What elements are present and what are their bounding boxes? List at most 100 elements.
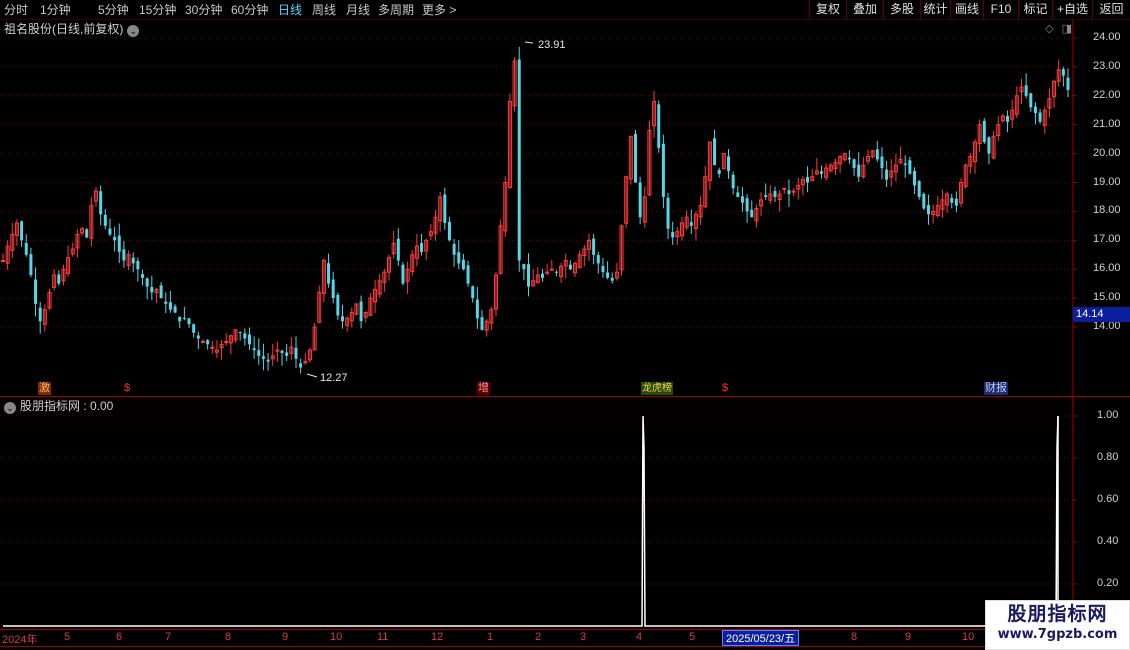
watermark-name: 股朋指标网 [1007, 603, 1108, 625]
candle-body [303, 361, 308, 364]
high-marker [524, 41, 534, 44]
date-label: 9 [905, 631, 912, 643]
candle-body [596, 255, 600, 264]
candle-body [987, 137, 991, 154]
candle-body [903, 163, 907, 166]
date-label: 4 [636, 631, 643, 643]
candle-body [85, 229, 89, 238]
candle-body [713, 138, 717, 166]
candle-body [359, 301, 363, 322]
candle-body [852, 159, 856, 169]
low-marker [306, 373, 318, 378]
event-tag-financial-report[interactable]: 财报 [984, 382, 1008, 395]
candle-body [150, 286, 154, 293]
window-toggle-icon[interactable]: ◨ [1062, 23, 1072, 35]
event-tag-dragon-tiger[interactable]: 龙虎榜 [641, 382, 673, 395]
candle-body [666, 197, 670, 229]
indicator-title[interactable]: ⌄ 股朋指标网 : 0.00 [4, 398, 113, 414]
candle-body [554, 271, 558, 273]
event-tag-increase[interactable]: 增 [477, 382, 490, 395]
date-label: 2 [535, 631, 542, 643]
candle-body [192, 324, 196, 333]
candle-body [661, 143, 665, 197]
indicator-name-value: 股朋指标网 : 0.00 [20, 399, 114, 413]
candle-body [396, 238, 400, 261]
candle-body [917, 181, 921, 197]
candle-body [606, 272, 610, 278]
candle-body [178, 316, 182, 322]
candle-body [740, 196, 744, 203]
candle-body [568, 264, 572, 270]
kline-chart[interactable] [0, 0, 1130, 650]
candle-body [601, 265, 605, 273]
price-tick-label: 15.00 [1093, 291, 1121, 304]
candle-body [336, 294, 340, 316]
indicator-tick-label: 0.60 [1097, 493, 1119, 505]
candle-body [206, 340, 210, 345]
candle-body [257, 350, 261, 356]
candle-body [24, 242, 28, 255]
candle-body [657, 104, 661, 148]
candle-body [773, 191, 777, 197]
candle-body [736, 192, 740, 197]
candle-body [99, 191, 103, 215]
candle-body [266, 359, 270, 362]
chart-corner-tools: ◇ ◨ [1037, 22, 1072, 35]
event-tag-dollar[interactable]: $ [123, 382, 131, 395]
candle-body [1, 260, 5, 263]
candle-body [820, 171, 824, 174]
candle-body [764, 195, 768, 197]
candle-body [420, 243, 424, 252]
candle-body [522, 263, 526, 270]
candle-body [243, 333, 247, 339]
chevron-down-icon[interactable]: ⌄ [4, 402, 16, 414]
candle-body [731, 174, 735, 189]
chevron-down-icon[interactable]: ⌄ [127, 25, 140, 37]
date-label: 6 [116, 631, 123, 643]
price-tick-label: 23.00 [1093, 59, 1121, 72]
candle-body [200, 340, 205, 343]
candle-body [1066, 77, 1070, 91]
candle-body [527, 264, 531, 287]
candle-body [452, 243, 456, 255]
candle-body [113, 236, 117, 241]
candle-body [252, 348, 256, 351]
candle-body [196, 335, 200, 339]
candle-body [950, 197, 954, 203]
candle-body [982, 120, 986, 143]
price-tick-label: 18.00 [1093, 204, 1121, 217]
candle-body [457, 252, 461, 264]
candle-body [159, 285, 163, 299]
candle-body [57, 274, 61, 284]
candle-body [926, 205, 930, 215]
indicator-tick-label: 0.80 [1097, 451, 1119, 463]
cursor-date: 2025/05/23/五 [722, 630, 800, 646]
stock-name-period: 祖名股份(日线,前复权) [4, 22, 124, 36]
candle-body [299, 363, 303, 368]
date-label: 5 [689, 631, 696, 643]
indicator-series [3, 415, 1059, 627]
event-tag-excite[interactable]: 激 [38, 382, 51, 395]
diamond-icon[interactable]: ◇ [1045, 23, 1053, 35]
chart-title[interactable]: 祖名股份(日线,前复权) ⌄ [4, 21, 140, 37]
candle-body [466, 265, 470, 284]
date-label: 10 [330, 631, 343, 643]
candle-body [1006, 115, 1010, 122]
candle-body [750, 209, 754, 218]
candle-body [443, 194, 447, 223]
price-tick-label: 22.00 [1093, 88, 1121, 101]
candle-body [1029, 93, 1033, 108]
date-label: 8 [225, 631, 232, 643]
low-price-label: 12.27 [320, 372, 348, 384]
candle-body [182, 317, 186, 319]
candle-body [540, 273, 544, 278]
date-axis: 2024年 5 6 7 8 9 10 11 12 1 2 3 4 5 2025/… [0, 630, 1073, 646]
candle-body [122, 249, 126, 261]
candle-body [275, 349, 280, 352]
candle-body [327, 263, 331, 284]
candle-body [294, 347, 298, 359]
candle-body [847, 157, 851, 160]
event-tag-dollar-2[interactable]: $ [721, 382, 729, 395]
candle-body [1033, 106, 1037, 114]
candle-body [610, 277, 614, 281]
